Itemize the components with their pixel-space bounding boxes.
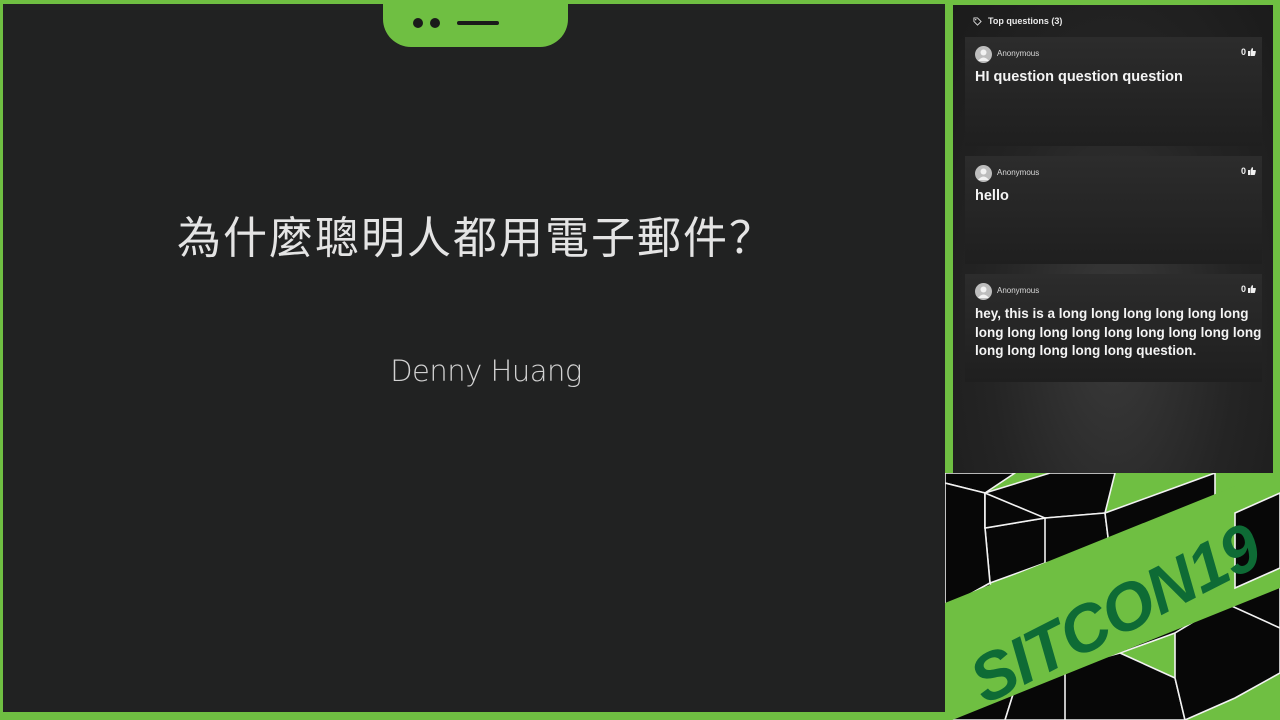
slide-notch xyxy=(383,4,568,47)
slide-subtitle: Denny Huang xyxy=(390,354,582,388)
avatar xyxy=(975,46,992,63)
user-icon xyxy=(978,49,989,61)
dot-icon xyxy=(413,18,423,28)
question-text: HI question question question xyxy=(975,69,1183,85)
question-text: hey, this is a long long long long long … xyxy=(975,306,1262,358)
avatar xyxy=(975,283,992,300)
question-card[interactable]: Anonymous 0 hey, this is a long long lon… xyxy=(965,274,1262,382)
vote-count: 0 xyxy=(1240,284,1246,294)
sitcon-logo: SITCON19 xyxy=(945,473,1280,720)
vote-count: 0 xyxy=(1240,47,1246,57)
vote-count: 0 xyxy=(1240,166,1246,176)
question-card[interactable]: Anonymous 0 HI question question questio… xyxy=(965,37,1262,146)
question-author: Anonymous xyxy=(997,168,1040,177)
panel-header: Top questions (3) xyxy=(973,13,1062,29)
upvote-button[interactable]: 0 xyxy=(1241,284,1256,294)
thumbs-up-icon xyxy=(1248,48,1256,56)
thumbs-up-icon xyxy=(1248,167,1256,175)
avatar xyxy=(975,165,992,182)
thumbs-up-icon xyxy=(1248,285,1256,293)
question-author: Anonymous xyxy=(997,286,1040,295)
tag-icon xyxy=(973,16,982,26)
question-text: hello xyxy=(975,188,1009,204)
upvote-button[interactable]: 0 xyxy=(1241,47,1256,57)
questions-panel: Top questions (3) Anonymous 0 HI questio… xyxy=(953,5,1273,473)
question-author: Anonymous xyxy=(997,49,1040,58)
dot-icon xyxy=(430,18,440,28)
sitcon-artwork: SITCON19 xyxy=(945,473,1280,720)
line-icon xyxy=(457,21,499,25)
upvote-button[interactable]: 0 xyxy=(1241,166,1256,176)
user-icon xyxy=(978,168,989,180)
panel-title: Top questions (3) xyxy=(988,16,1063,26)
slide-title: 為什麼聰明人都用電子郵件？ xyxy=(177,213,775,264)
slide: 為什麼聰明人都用電子郵件？ Denny Huang xyxy=(3,4,945,712)
question-card[interactable]: Anonymous 0 hello xyxy=(965,156,1262,264)
user-icon xyxy=(978,286,989,298)
